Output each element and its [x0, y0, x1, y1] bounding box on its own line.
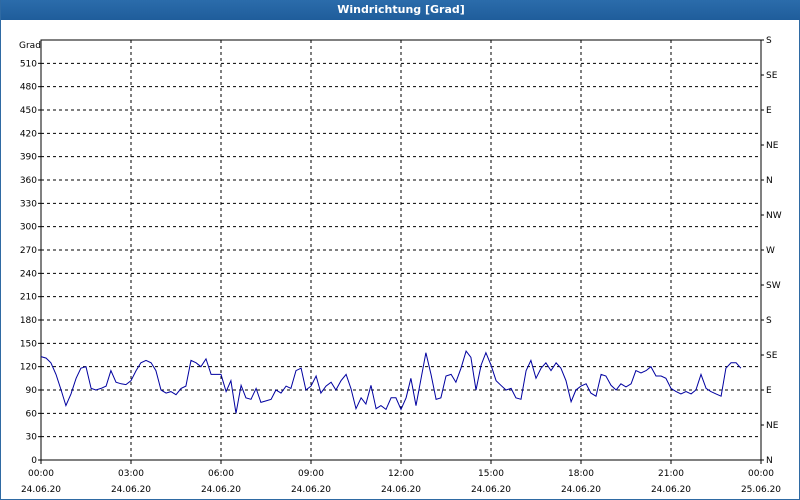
series-line: [40, 350, 742, 414]
y-tick-label: 30: [26, 433, 38, 443]
compass-tick-label: SE: [766, 351, 778, 361]
y-axis-right: N NE E SE S SW W NW N NE E SE S: [761, 36, 782, 466]
y-axis-left: 0 30 60 90 120 150 180 210 240 270 300 330 360 390 420…: [20, 59, 41, 466]
y-tick-label: 420: [20, 129, 37, 139]
line-chart: 0 30 60 90 120 150 180 210 240 270 300 330 360 390 420…: [19, 36, 782, 495]
y-tick-label: 180: [20, 316, 37, 326]
y-tick-label: 240: [20, 269, 37, 279]
x-tick-time: 15:00: [478, 469, 504, 479]
compass-tick-label: N: [766, 176, 773, 186]
y-tick-label: 360: [20, 176, 37, 186]
x-tick-time: 09:00: [298, 469, 324, 479]
x-tick-time: 00:00: [28, 469, 54, 479]
compass-tick-label: E: [766, 106, 772, 116]
y-tick-label: 120: [20, 363, 37, 373]
compass-tick-label: N: [766, 456, 773, 466]
y-tick-label: 210: [20, 293, 37, 303]
grid: [41, 40, 761, 460]
compass-tick-label: NW: [766, 211, 782, 221]
y-tick-label: 480: [20, 83, 37, 93]
x-tick-time: 03:00: [118, 469, 144, 479]
x-tick-date: 24.06.20: [21, 485, 61, 495]
x-tick-date: 24.06.20: [201, 485, 241, 495]
compass-tick-label: S: [766, 316, 772, 326]
x-tick-date: 24.06.20: [291, 485, 331, 495]
y-tick-label: 330: [20, 199, 37, 209]
compass-tick-label: E: [766, 386, 772, 396]
y-tick-label: 510: [20, 59, 37, 69]
compass-tick-label: W: [766, 246, 775, 256]
compass-tick-label: NE: [766, 421, 779, 431]
y-tick-label: 90: [26, 386, 38, 396]
y-axis-title: Grad: [19, 41, 41, 51]
x-tick-time: 12:00: [388, 469, 414, 479]
compass-tick-label: S: [766, 36, 772, 46]
y-tick-label: 390: [20, 153, 37, 163]
y-tick-label: 270: [20, 246, 37, 256]
x-axis: 00:00 24.06.20 03:00 24.06.20 06:00 24.06.20 0…: [21, 460, 781, 495]
x-tick-time: 00:00: [748, 469, 774, 479]
compass-tick-label: NE: [766, 141, 779, 151]
compass-tick-label: SE: [766, 71, 778, 81]
x-tick-date: 25.06.20: [741, 485, 781, 495]
x-tick-date: 24.06.20: [111, 485, 151, 495]
y-tick-label: 60: [26, 409, 38, 419]
y-tick-label: 150: [20, 339, 37, 349]
y-tick-label: 0: [31, 456, 37, 466]
x-tick-date: 24.06.20: [561, 485, 601, 495]
x-tick-time: 06:00: [208, 469, 234, 479]
x-tick-date: 24.06.20: [381, 485, 421, 495]
chart-window: Windrichtung [Grad] 0 30 60 90 120 150 180 210 2…: [0, 0, 800, 500]
compass-tick-label: SW: [766, 281, 781, 291]
y-tick-label: 450: [20, 106, 37, 116]
x-tick-time: 21:00: [658, 469, 684, 479]
y-tick-label: 300: [20, 223, 37, 233]
x-tick-date: 24.06.20: [471, 485, 511, 495]
x-tick-time: 18:00: [568, 469, 594, 479]
x-tick-date: 24.06.20: [651, 485, 691, 495]
